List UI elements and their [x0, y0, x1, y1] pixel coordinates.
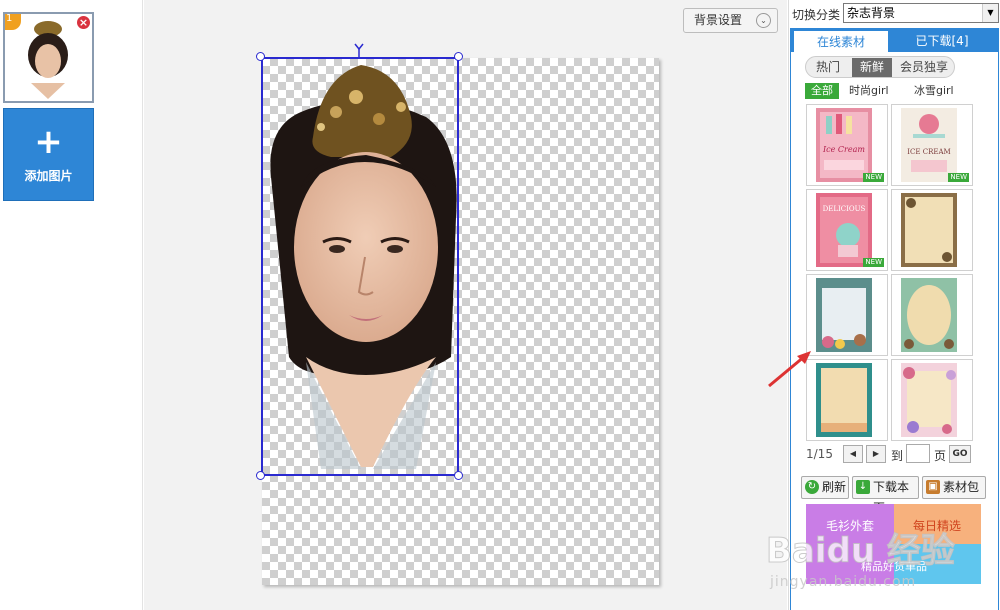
sub-filter-all[interactable]: 全部 — [805, 83, 839, 99]
action-buttons: ↻ 刷新 ↓ 下载本页 ▣ 素材包 — [801, 476, 996, 515]
sub-filter-ice-girl[interactable]: 冰雪girl — [914, 83, 954, 99]
sub-filters: 全部 时尚girl 冰雪girl — [805, 83, 995, 100]
filter-pills: 热门 新鲜 会员独享 — [805, 56, 955, 78]
material-item[interactable] — [891, 274, 973, 356]
background-settings-button[interactable]: 背景设置 ⌄ — [683, 8, 778, 33]
goto-label: 到 — [891, 449, 904, 463]
material-tabs: 在线素材 已下载[4] — [790, 28, 999, 52]
sub-filter-fashion-girl[interactable]: 时尚girl — [849, 83, 889, 99]
annotation-arrow-icon — [768, 351, 811, 388]
tab-online-materials[interactable]: 在线素材 — [793, 30, 889, 52]
material-item[interactable]: Ice Cream NEW — [806, 104, 888, 186]
new-badge: NEW — [863, 258, 884, 267]
svg-text:ICE CREAM: ICE CREAM — [907, 148, 950, 156]
resize-handle-top-right[interactable] — [454, 52, 463, 61]
category-row: 切换分类 杂志背景 ▼ — [791, 3, 999, 23]
category-value: 杂志背景 — [847, 6, 896, 20]
new-badge: NEW — [863, 173, 884, 182]
refresh-icon: ↻ — [805, 480, 819, 494]
close-icon[interactable]: × — [76, 15, 91, 30]
dropdown-arrow-icon: ▼ — [982, 4, 998, 22]
page-number-input[interactable] — [906, 444, 930, 463]
resize-handle-top-left[interactable] — [256, 52, 265, 61]
material-preview-image — [901, 193, 957, 267]
next-page-button[interactable]: ▶ — [866, 445, 886, 463]
plus-icon: + — [34, 122, 63, 162]
material-preview-image — [816, 278, 872, 352]
resize-handle-bottom-right[interactable] — [454, 471, 463, 480]
pagination: 1/15 ◀ ▶ 到 页 GO — [806, 444, 996, 464]
material-item[interactable] — [806, 359, 888, 441]
category-select[interactable]: 杂志背景 ▼ — [843, 3, 999, 23]
pill-members[interactable]: 会员独享 — [896, 58, 952, 77]
refresh-button[interactable]: ↻ 刷新 — [801, 476, 849, 499]
material-package-button[interactable]: ▣ 素材包 — [922, 476, 986, 499]
image-list-panel: 1 × + 添加图片 — [0, 0, 143, 610]
thumbnail-number: 1 — [5, 14, 21, 30]
image-thumbnail[interactable]: 1 × — [3, 12, 94, 103]
material-preview-image: Ice Cream — [816, 108, 872, 182]
add-image-button[interactable]: + 添加图片 — [3, 108, 94, 201]
category-label: 切换分类 — [792, 8, 841, 22]
svg-text:Ice Cream: Ice Cream — [822, 145, 865, 154]
pill-hot[interactable]: 热门 — [808, 58, 848, 77]
material-preview-image: ICE CREAM — [901, 108, 957, 182]
material-item[interactable] — [891, 189, 973, 271]
baidu-watermark-logo: Baidu 经验 — [766, 531, 956, 572]
material-preview-image: DELICIOUS — [816, 193, 872, 267]
material-package-label: 素材包 — [943, 480, 980, 494]
material-preview-image — [816, 363, 872, 437]
rotate-handle-icon[interactable] — [353, 43, 365, 57]
material-preview-image — [901, 363, 957, 437]
refresh-label: 刷新 — [822, 480, 847, 494]
prev-page-button[interactable]: ◀ — [843, 445, 863, 463]
editor-canvas-area: 背景设置 ⌄ — [144, 0, 787, 610]
download-icon: ↓ — [856, 480, 870, 494]
material-item[interactable] — [806, 274, 888, 356]
material-panel: 切换分类 杂志背景 ▼ 在线素材 已下载[4] 热门 新鲜 会员独享 全部 时尚… — [788, 0, 1000, 610]
svg-text:DELICIOUS: DELICIOUS — [823, 205, 866, 213]
page-indicator: 1/15 — [806, 447, 833, 461]
download-page-button[interactable]: ↓ 下载本页 — [852, 476, 919, 515]
new-badge: NEW — [948, 173, 969, 182]
portrait-thumbnail-image — [17, 19, 79, 99]
background-settings-label: 背景设置 — [694, 13, 743, 27]
material-item[interactable] — [891, 359, 973, 441]
go-button[interactable]: GO — [949, 445, 971, 463]
material-preview-image — [901, 278, 957, 352]
watermark-brand: Baidu 经验 — [766, 531, 955, 571]
pill-new[interactable]: 新鲜 — [852, 58, 892, 77]
package-icon: ▣ — [926, 480, 940, 494]
selection-box — [261, 57, 459, 476]
resize-handle-bottom-left[interactable] — [256, 471, 265, 480]
material-item[interactable]: ICE CREAM NEW — [891, 104, 973, 186]
page-unit-label: 页 — [934, 449, 947, 463]
tab-downloaded[interactable]: 已下载[4] — [894, 30, 990, 52]
chevron-down-icon: ⌄ — [756, 13, 771, 28]
material-item[interactable]: DELICIOUS NEW — [806, 189, 888, 271]
watermark-url: jingyan.baidu.com — [770, 574, 917, 590]
add-image-label: 添加图片 — [24, 169, 73, 183]
